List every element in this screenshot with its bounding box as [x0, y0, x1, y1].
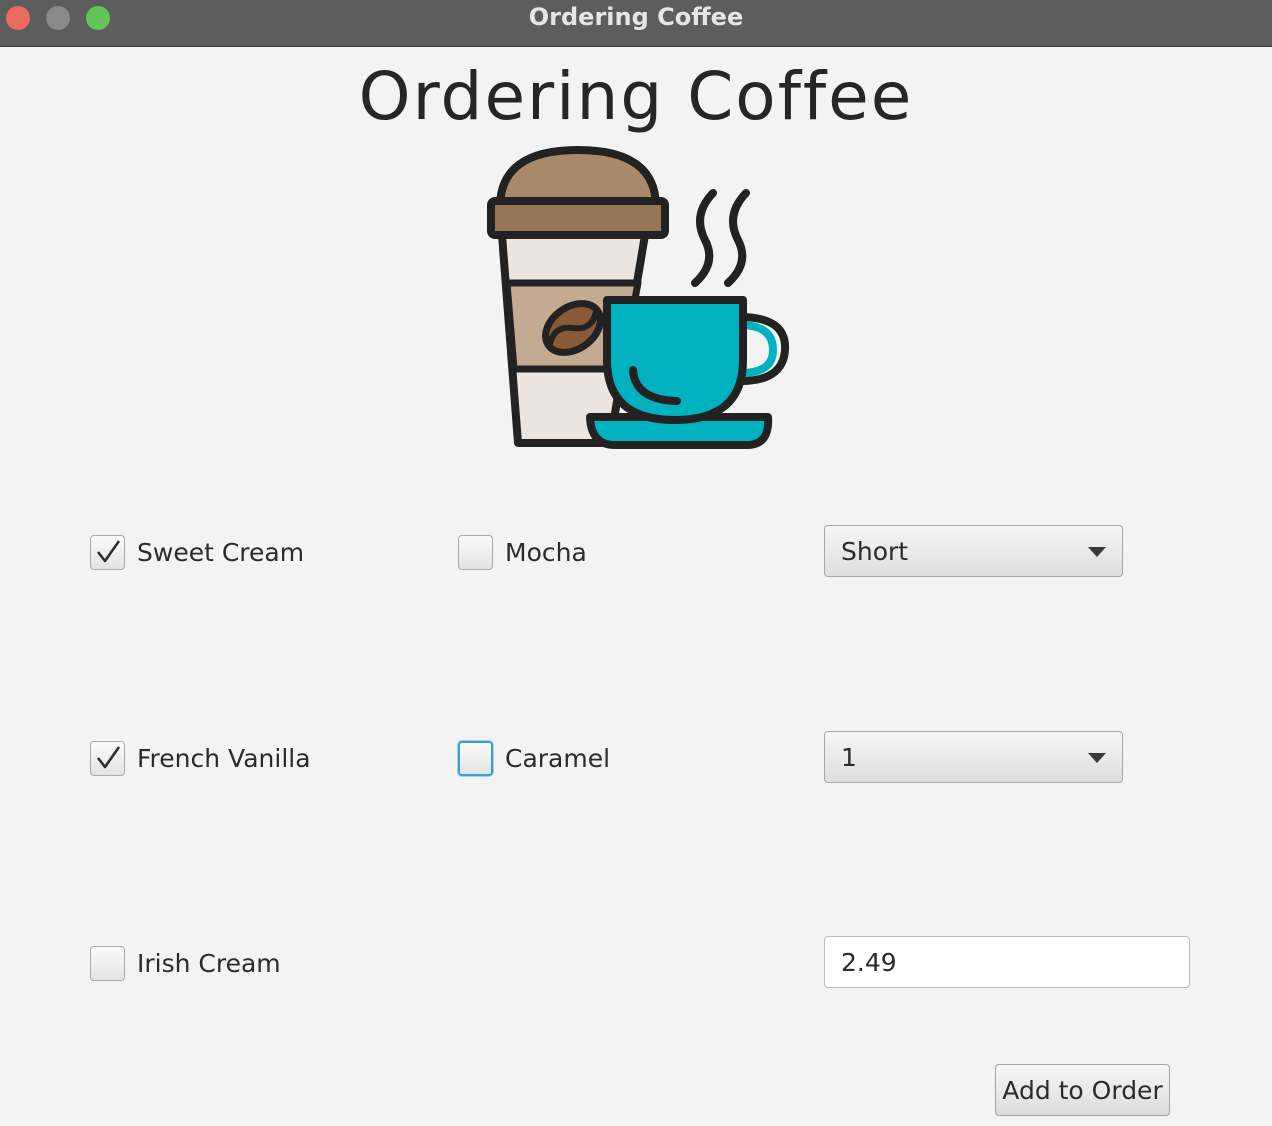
- checkmark-icon: [96, 540, 120, 563]
- chevron-down-icon: [1088, 547, 1106, 557]
- quantity-dropdown[interactable]: 1: [824, 731, 1123, 783]
- checkbox-box[interactable]: [90, 534, 125, 570]
- checkbox-label: Irish Cream: [137, 948, 281, 978]
- size-dropdown[interactable]: Short: [824, 525, 1123, 577]
- page-title: Ordering Coffee: [358, 58, 914, 135]
- quantity-dropdown-value: 1: [841, 742, 857, 772]
- checkbox-box[interactable]: [90, 740, 125, 776]
- window-title: Ordering Coffee: [528, 3, 744, 31]
- mocha-checkbox[interactable]: Mocha: [458, 532, 587, 572]
- chevron-down-icon: [1088, 753, 1106, 763]
- checkbox-box[interactable]: [458, 534, 493, 570]
- coffee-cups-icon: [487, 146, 790, 449]
- add-to-order-button[interactable]: Add to Order: [995, 1064, 1170, 1116]
- checkbox-label: Caramel: [505, 743, 611, 773]
- checkbox-label: Mocha: [505, 537, 587, 567]
- checkbox-box[interactable]: [458, 740, 493, 776]
- irish-cream-checkbox[interactable]: Irish Cream: [90, 943, 281, 983]
- checkbox-label: French Vanilla: [137, 743, 311, 773]
- checkmark-icon: [96, 746, 120, 769]
- sweet-cream-checkbox[interactable]: Sweet Cream: [90, 532, 304, 572]
- window-titlebar: Ordering Coffee: [0, 0, 1272, 47]
- size-dropdown-value: Short: [841, 536, 909, 566]
- caramel-checkbox[interactable]: Caramel: [458, 738, 610, 778]
- checkbox-label: Sweet Cream: [137, 537, 305, 567]
- checkbox-box[interactable]: [90, 945, 125, 981]
- french-vanilla-checkbox[interactable]: French Vanilla: [90, 738, 311, 778]
- price-field[interactable]: [824, 936, 1190, 988]
